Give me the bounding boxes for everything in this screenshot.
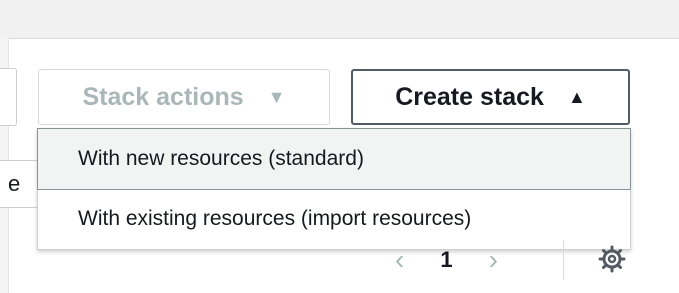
previous-page-icon[interactable]: ‹ [395,244,404,276]
create-stack-menu: With new resources (standard) With exist… [37,128,631,250]
partial-left-text: e [8,171,21,196]
caret-up-icon: ▲ [567,86,586,107]
partial-left-button[interactable] [0,68,17,126]
menu-item-label: With existing resources (import resource… [78,207,472,230]
menu-item-label: With new resources (standard) [78,147,364,170]
next-page-icon[interactable]: › [489,244,498,276]
stack-actions-label: Stack actions [82,82,244,111]
divider [563,240,564,280]
gear-icon[interactable] [597,244,627,274]
create-stack-label: Create stack [395,82,544,111]
pagination: ‹ 1 › [395,240,545,280]
create-stack-button[interactable]: Create stack ▲ [351,69,630,125]
partial-left-input[interactable]: e [0,160,40,208]
caret-down-icon: ▼ [267,86,286,107]
stack-actions-button[interactable]: Stack actions ▼ [38,69,330,125]
menu-item-new-resources[interactable]: With new resources (standard) [37,128,631,190]
top-strip [0,0,679,38]
page-number[interactable]: 1 [440,247,452,273]
